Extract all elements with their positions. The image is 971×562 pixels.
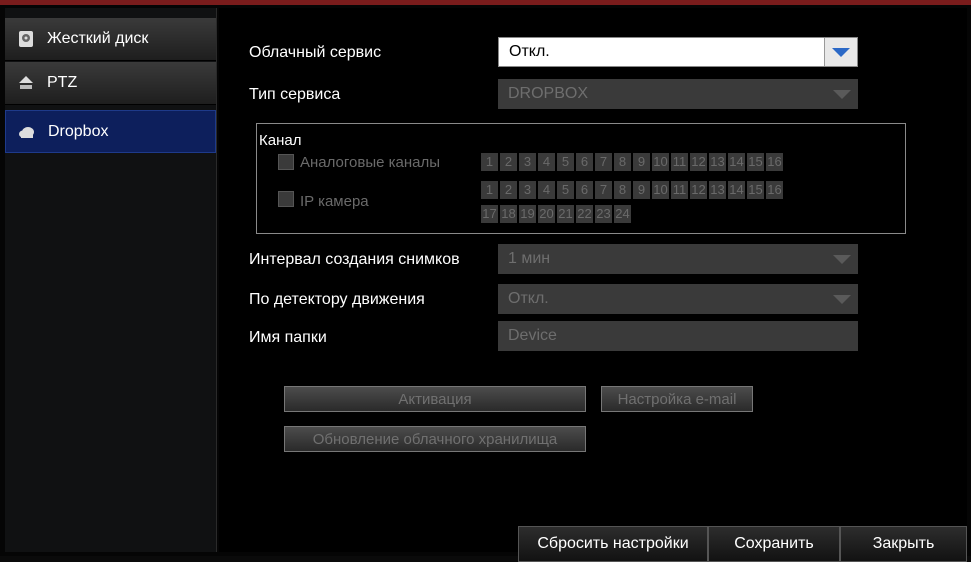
activate-button[interactable]: Активация bbox=[284, 386, 586, 412]
channel-toggle[interactable]: 18 bbox=[500, 205, 517, 223]
channel-toggle[interactable]: 8 bbox=[614, 153, 631, 171]
sidebar-item-label: Dropbox bbox=[48, 122, 109, 140]
motion-detector-value: Откл. bbox=[508, 290, 549, 307]
sidebar: Жесткий диск PTZ Dropbox bbox=[5, 8, 217, 552]
sidebar-item-dropbox[interactable]: Dropbox bbox=[5, 110, 216, 153]
channel-toggle[interactable]: 9 bbox=[633, 153, 650, 171]
channel-toggle[interactable]: 10 bbox=[652, 181, 669, 199]
snapshot-interval-label: Интервал создания снимков bbox=[249, 251, 460, 268]
reset-settings-button[interactable]: Сбросить настройки bbox=[518, 526, 708, 562]
channel-group-title: Канал bbox=[257, 132, 304, 149]
channel-toggle[interactable]: 1 bbox=[481, 181, 498, 199]
channel-toggle[interactable]: 5 bbox=[557, 181, 574, 199]
settings-panel: Облачный сервис Откл. Тип сервиса DROPBO… bbox=[219, 8, 967, 562]
service-type-select[interactable]: DROPBOX bbox=[498, 79, 858, 109]
chevron-down-icon[interactable] bbox=[826, 244, 858, 274]
channel-toggle[interactable]: 4 bbox=[538, 153, 555, 171]
cloud-service-label: Облачный сервис bbox=[249, 44, 382, 61]
cloud-service-select[interactable]: Откл. bbox=[498, 37, 858, 67]
channel-toggle[interactable]: 24 bbox=[614, 205, 631, 223]
channel-toggle[interactable]: 13 bbox=[709, 153, 726, 171]
ptz-camera-icon bbox=[17, 74, 35, 92]
sidebar-item-hard-disk[interactable]: Жесткий диск bbox=[5, 18, 216, 61]
chevron-down-icon[interactable] bbox=[826, 79, 858, 109]
channel-toggle[interactable]: 6 bbox=[576, 181, 593, 199]
channel-toggle[interactable]: 6 bbox=[576, 153, 593, 171]
cloud-update-button[interactable]: Обновление облачного хранилища bbox=[284, 426, 586, 452]
channel-toggle[interactable]: 4 bbox=[538, 181, 555, 199]
channel-toggle[interactable]: 1 bbox=[481, 153, 498, 171]
channel-toggle[interactable]: 12 bbox=[690, 181, 707, 199]
channel-toggle[interactable]: 21 bbox=[557, 205, 574, 223]
channel-toggle[interactable]: 9 bbox=[633, 181, 650, 199]
snapshot-interval-select[interactable]: 1 мин bbox=[498, 244, 858, 274]
hard-disk-icon bbox=[17, 30, 35, 48]
channel-toggle[interactable]: 7 bbox=[595, 153, 612, 171]
analog-channels-checkbox[interactable] bbox=[278, 154, 294, 170]
folder-name-label: Имя папки bbox=[249, 329, 327, 346]
chevron-down-icon[interactable] bbox=[824, 38, 857, 66]
channel-toggle[interactable]: 12 bbox=[690, 153, 707, 171]
sidebar-item-ptz[interactable]: PTZ bbox=[5, 62, 216, 105]
sidebar-item-label: PTZ bbox=[47, 74, 78, 91]
channel-toggle[interactable]: 3 bbox=[519, 181, 536, 199]
channel-toggle[interactable]: 15 bbox=[747, 153, 764, 171]
channel-toggle[interactable]: 15 bbox=[747, 181, 764, 199]
service-type-label: Тип сервиса bbox=[249, 86, 341, 103]
channel-toggle[interactable]: 16 bbox=[766, 153, 783, 171]
folder-name-input[interactable]: Device bbox=[498, 321, 858, 351]
cloud-icon bbox=[18, 123, 36, 141]
cloud-service-value: Откл. bbox=[509, 43, 550, 60]
channel-toggle[interactable]: 20 bbox=[538, 205, 555, 223]
channel-toggle[interactable]: 2 bbox=[500, 153, 517, 171]
channel-toggle[interactable]: 11 bbox=[671, 181, 688, 199]
channel-toggle[interactable]: 10 bbox=[652, 153, 669, 171]
sidebar-item-label: Жесткий диск bbox=[47, 30, 149, 47]
save-button[interactable]: Сохранить bbox=[708, 526, 840, 562]
channel-toggle[interactable]: 22 bbox=[576, 205, 593, 223]
motion-detector-label: По детектору движения bbox=[249, 291, 425, 308]
ip-camera-checkbox[interactable] bbox=[278, 191, 294, 207]
ip-camera-label: IP камера bbox=[300, 193, 369, 210]
channel-toggle[interactable]: 14 bbox=[728, 181, 745, 199]
channel-toggle[interactable]: 11 bbox=[671, 153, 688, 171]
service-type-value: DROPBOX bbox=[508, 85, 589, 102]
channel-toggle[interactable]: 2 bbox=[500, 181, 517, 199]
channel-toggle[interactable]: 7 bbox=[595, 181, 612, 199]
top-accent-line bbox=[0, 0, 971, 5]
channel-toggle[interactable]: 13 bbox=[709, 181, 726, 199]
close-button[interactable]: Закрыть bbox=[840, 526, 967, 562]
channel-toggle[interactable]: 14 bbox=[728, 153, 745, 171]
email-setup-button[interactable]: Настройка e-mail bbox=[601, 386, 753, 412]
channel-toggle[interactable]: 5 bbox=[557, 153, 574, 171]
app-window: Жесткий диск PTZ Dropbox Облачный сервис… bbox=[0, 0, 971, 562]
chevron-down-icon[interactable] bbox=[826, 284, 858, 314]
channel-toggle[interactable]: 3 bbox=[519, 153, 536, 171]
channel-toggle[interactable]: 19 bbox=[519, 205, 536, 223]
motion-detector-select[interactable]: Откл. bbox=[498, 284, 858, 314]
channel-toggle[interactable]: 23 bbox=[595, 205, 612, 223]
analog-channels-label: Аналоговые каналы bbox=[300, 154, 441, 171]
snapshot-interval-value: 1 мин bbox=[508, 250, 551, 267]
channel-toggle[interactable]: 16 bbox=[766, 181, 783, 199]
channel-toggle[interactable]: 17 bbox=[481, 205, 498, 223]
channel-toggle[interactable]: 8 bbox=[614, 181, 631, 199]
